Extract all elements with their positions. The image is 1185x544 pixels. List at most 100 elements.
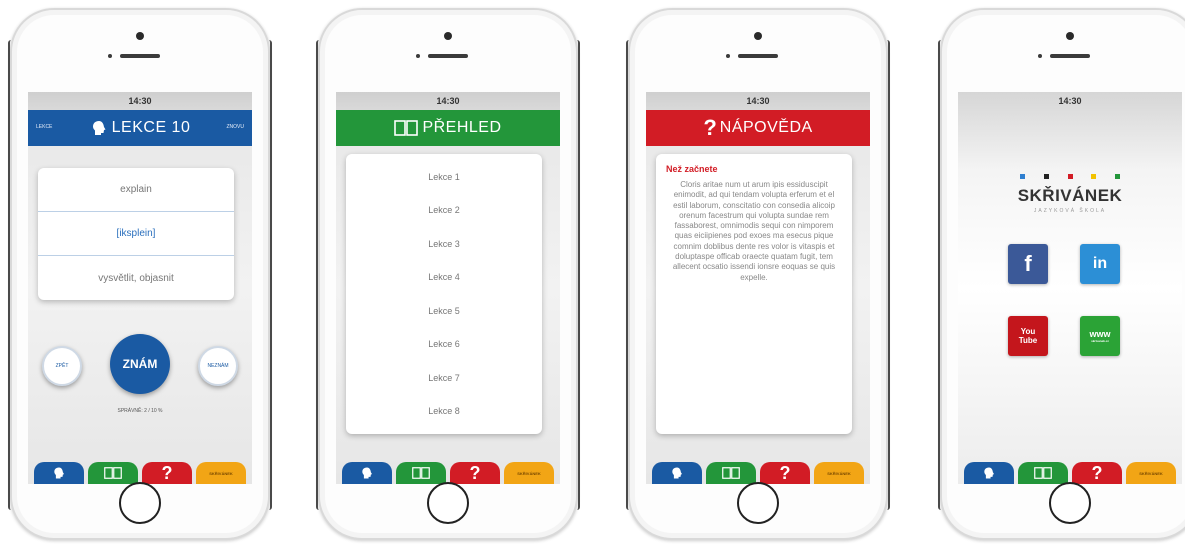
brand-subtitle: JAZYKOVÁ ŠKOLA: [1033, 208, 1107, 214]
book-icon: [722, 467, 740, 479]
tab-help[interactable]: ?: [760, 462, 810, 484]
logo-dot: [1115, 174, 1120, 179]
head-brain-icon: [672, 467, 683, 479]
tab-bar: ? SKŘIVÁNEK: [336, 460, 560, 484]
app-screens-showcase: 14:30 LEKCE LEKCE 10 ZNOVU explain [iksp…: [0, 0, 1185, 544]
tab-bar: ? SKŘIVÁNEK: [646, 460, 870, 484]
youtube-icon[interactable]: You Tube: [1008, 316, 1048, 356]
tab-help[interactable]: ?: [450, 462, 500, 484]
brand-screen: 14:30 SKŘIVÁNEK JAZYKOVÁ ŠKOLA f in You T…: [958, 92, 1182, 484]
book-icon: [104, 467, 122, 479]
progress-text: SPRÁVNĚ: 2 / 10 %: [117, 408, 163, 414]
tab-overview[interactable]: [1018, 462, 1068, 484]
lesson-item[interactable]: Lekce 7: [346, 361, 542, 395]
overview-header: PŘEHLED: [336, 110, 560, 146]
lesson-item[interactable]: Lekce 2: [346, 194, 542, 228]
book-icon: [1034, 467, 1052, 479]
home-button[interactable]: [119, 482, 161, 524]
linkedin-icon[interactable]: in: [1080, 244, 1120, 284]
sensor: [726, 54, 730, 58]
tab-overview[interactable]: [88, 462, 138, 484]
lesson-list: Lekce 1 Lekce 2 Lekce 3 Lekce 4 Lekce 5 …: [346, 154, 542, 434]
camera: [136, 32, 144, 40]
logo-dots: [1020, 174, 1120, 179]
translation: vysvětlit, objasnit: [98, 272, 174, 284]
lessons-link[interactable]: LEKCE: [36, 124, 52, 130]
know-button[interactable]: ZNÁM: [110, 334, 170, 394]
logo-dot: [1043, 174, 1049, 179]
logo-dot: [1091, 174, 1097, 179]
word: explain: [38, 168, 234, 212]
sensor: [108, 54, 112, 58]
help-text: Cloris aritae num ut arum ipis essidusci…: [672, 180, 836, 282]
tab-brand[interactable]: SKŘIVÁNEK: [196, 462, 246, 484]
tab-bar: ? SKŘIVÁNEK: [958, 460, 1182, 484]
logo-dot: [1020, 174, 1025, 179]
speaker: [120, 54, 160, 58]
camera: [444, 32, 452, 40]
tab-bar: ? SKŘIVÁNEK: [28, 460, 252, 484]
tab-lesson[interactable]: [964, 462, 1014, 484]
restart-link[interactable]: ZNOVU: [227, 124, 245, 130]
help-card: Než začnete Cloris aritae num ut arum ip…: [656, 154, 852, 434]
status-time: 14:30: [1058, 96, 1082, 106]
tab-brand[interactable]: SKŘIVÁNEK: [504, 462, 554, 484]
help-title: NÁPOVĚDA: [719, 119, 813, 136]
tab-lesson[interactable]: [652, 462, 702, 484]
sensor: [416, 54, 420, 58]
lesson-screen: 14:30 LEKCE LEKCE 10 ZNOVU explain [iksp…: [28, 92, 252, 484]
tab-help[interactable]: ?: [142, 462, 192, 484]
back-button[interactable]: ZPĚT: [42, 346, 82, 386]
lesson-title: LEKCE 10: [111, 119, 191, 136]
phone-help: 14:30 ? NÁPOVĚDA Než začnete Cloris arit…: [626, 8, 890, 540]
tab-brand[interactable]: SKŘIVÁNEK: [814, 462, 864, 484]
phone-lesson: 14:30 LEKCE LEKCE 10 ZNOVU explain [iksp…: [8, 8, 272, 540]
lesson-header: LEKCE LEKCE 10 ZNOVU: [28, 110, 252, 146]
tab-brand[interactable]: SKŘIVÁNEK: [1126, 462, 1176, 484]
speaker: [738, 54, 778, 58]
www-icon[interactable]: www skrivanek.cz: [1080, 316, 1120, 356]
head-brain-icon: [90, 119, 108, 137]
head-brain-icon: [54, 467, 65, 479]
lesson-item[interactable]: Lekce 6: [346, 328, 542, 362]
status-time: 14:30: [746, 96, 770, 106]
tab-lesson[interactable]: [34, 462, 84, 484]
home-button[interactable]: [1049, 482, 1091, 524]
www-label: www: [1089, 329, 1111, 339]
youtube-label-top: You: [1020, 327, 1036, 336]
brand-name: SKŘIVÁNEK: [1017, 186, 1123, 205]
lesson-item[interactable]: Lekce 5: [346, 294, 542, 328]
logo-dot: [1067, 174, 1073, 179]
book-icon: [412, 467, 430, 479]
help-heading: Než začnete: [666, 164, 718, 174]
lesson-item[interactable]: Lekce 8: [346, 395, 542, 429]
camera: [754, 32, 762, 40]
book-icon: [394, 119, 419, 137]
phonetic[interactable]: [iksplein]: [38, 212, 234, 256]
status-time: 14:30: [128, 96, 152, 106]
help-screen: 14:30 ? NÁPOVĚDA Než začnete Cloris arit…: [646, 92, 870, 484]
lesson-item[interactable]: Lekce 4: [346, 261, 542, 295]
phone-brand: 14:30 SKŘIVÁNEK JAZYKOVÁ ŠKOLA f in You T…: [938, 8, 1185, 540]
tab-overview[interactable]: [706, 462, 756, 484]
home-button[interactable]: [737, 482, 779, 524]
lesson-item[interactable]: Lekce 1: [346, 160, 542, 194]
speaker: [428, 54, 468, 58]
sensor: [1038, 54, 1042, 58]
lesson-item[interactable]: Lekce 3: [346, 227, 542, 261]
camera: [1066, 32, 1074, 40]
facebook-icon[interactable]: f: [1008, 244, 1048, 284]
dont-know-button[interactable]: NEZNÁM: [198, 346, 238, 386]
head-brain-icon: [984, 467, 995, 479]
home-button[interactable]: [427, 482, 469, 524]
help-header: ? NÁPOVĚDA: [646, 110, 870, 146]
question-mark-icon: ?: [703, 115, 717, 140]
tab-lesson[interactable]: [342, 462, 392, 484]
speaker: [1050, 54, 1090, 58]
phone-overview: 14:30 PŘEHLED Lekce 1 Lekce 2 Lekce 3 Le…: [316, 8, 580, 540]
tab-overview[interactable]: [396, 462, 446, 484]
tab-help[interactable]: ?: [1072, 462, 1122, 484]
youtube-label-bottom: Tube: [1018, 336, 1038, 345]
overview-title: PŘEHLED: [422, 119, 502, 136]
head-brain-icon: [362, 467, 373, 479]
